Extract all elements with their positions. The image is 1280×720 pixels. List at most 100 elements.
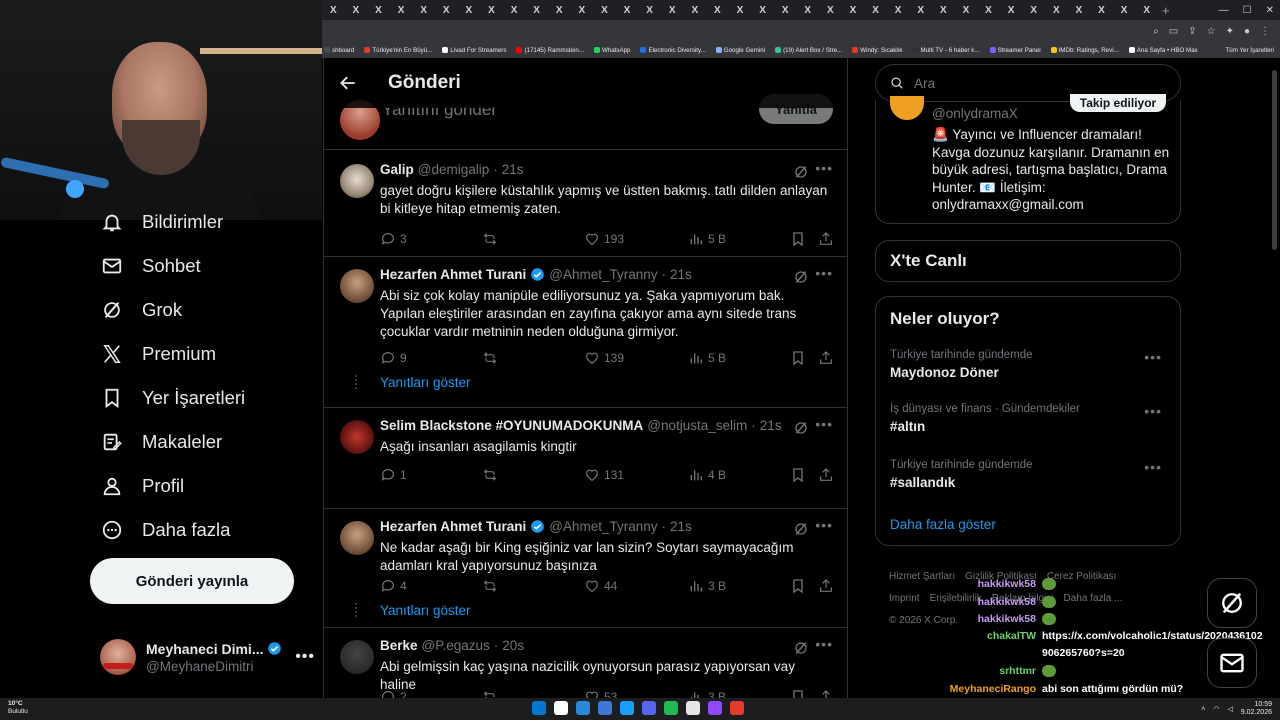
sidebar-item-person[interactable]: Profil <box>90 464 320 508</box>
browser-tab[interactable]: X <box>367 0 390 20</box>
like-button[interactable]: 139 <box>584 350 624 366</box>
trend-item[interactable]: Türkiye tarihinde gündemde Maydonoz Döner… <box>890 349 1170 380</box>
show-more-link[interactable]: Daha fazla göster <box>890 517 996 532</box>
tweet-author-name[interactable]: Hezarfen Ahmet Turani <box>380 519 526 534</box>
browser-tab[interactable]: X <box>412 0 435 20</box>
taskbar-app-icon[interactable] <box>664 701 678 715</box>
sidebar-item-grok[interactable]: Grok <box>90 288 320 332</box>
bookmark-item[interactable]: IMDb: Ratings, Revi... <box>1050 47 1119 54</box>
repost-button[interactable] <box>482 467 502 483</box>
avatar[interactable] <box>890 96 924 120</box>
browser-tab[interactable]: X <box>819 0 842 20</box>
browser-tab[interactable]: X <box>322 0 345 20</box>
grok-floating-button[interactable] <box>1207 578 1257 628</box>
taskbar-app-icon[interactable] <box>642 701 656 715</box>
trend-item[interactable]: İş dünyası ve finans · Gündemdekiler #alt… <box>890 403 1170 434</box>
following-button[interactable]: Takip ediliyor <box>1070 94 1166 112</box>
bookmark-icon[interactable] <box>790 578 806 594</box>
extensions-icon[interactable]: ✦ <box>1226 26 1234 37</box>
tweet-timestamp[interactable]: 21s <box>760 418 782 433</box>
like-button[interactable]: 193 <box>584 231 624 247</box>
avatar[interactable] <box>340 521 374 555</box>
repost-button[interactable] <box>482 231 502 247</box>
views-button[interactable]: 4 B <box>688 467 726 483</box>
tweet-author-handle[interactable]: @Ahmet_Tyranny <box>549 519 657 534</box>
bookmark-item[interactable]: (17145) Rammstein... <box>516 47 584 54</box>
show-replies-link[interactable]: Yanıtları göster <box>380 603 471 618</box>
bookmark-icon[interactable] <box>790 231 806 247</box>
like-button[interactable]: 44 <box>584 578 617 594</box>
sidebar-item-bookmark[interactable]: Yer İşaretleri <box>90 376 320 420</box>
bookmark-icon[interactable] <box>790 350 806 366</box>
tweet[interactable]: Selim Blackstone #OYUNUMADOKUNMA @notjust… <box>324 408 847 509</box>
browser-tab[interactable]: X <box>887 0 910 20</box>
sidebar-item-more-circle[interactable]: Daha fazla <box>90 508 320 552</box>
footer-link[interactable]: Imprint <box>889 593 920 604</box>
sidebar-item-mail[interactable]: Sohbet <box>90 244 320 288</box>
taskbar-app-icon[interactable] <box>620 701 634 715</box>
browser-tab[interactable]: X <box>977 0 1000 20</box>
repost-button[interactable] <box>482 689 502 698</box>
browser-tab[interactable]: X <box>751 0 774 20</box>
more-icon[interactable]: ••• <box>815 160 833 176</box>
taskbar-app-icon[interactable] <box>686 701 700 715</box>
tweet-timestamp[interactable]: 21s <box>502 162 524 177</box>
taskbar-app-icon[interactable] <box>598 701 612 715</box>
browser-tab[interactable]: X <box>548 0 571 20</box>
tweet-author-name[interactable]: Hezarfen Ahmet Turani <box>380 267 526 282</box>
sidebar-item-article[interactable]: Makaleler <box>90 420 320 464</box>
reply-button[interactable]: 9 <box>380 350 407 366</box>
sidebar-item-x-logo[interactable]: Premium <box>90 332 320 376</box>
reply-button[interactable]: 1 <box>380 467 407 483</box>
tweet-author-name[interactable]: Berke <box>380 638 418 653</box>
trend-item[interactable]: Türkiye tarihinde gündemde #sallandık ••• <box>890 459 1170 490</box>
wifi-icon[interactable]: ◠ <box>1213 705 1219 713</box>
views-button[interactable]: 5 B <box>688 350 726 366</box>
share-icon[interactable] <box>818 578 834 594</box>
tweet-author-name[interactable]: Galip <box>380 162 414 177</box>
browser-tab[interactable]: X <box>638 0 661 20</box>
all-bookmarks-button[interactable]: Tüm Yer İşaretleri <box>1226 47 1280 54</box>
profile-icon[interactable]: ● <box>1244 26 1250 37</box>
browser-tab[interactable]: X <box>345 0 368 20</box>
bookmark-item[interactable]: (19) Alert Box / Stre... <box>775 47 842 54</box>
browser-tab[interactable]: X <box>661 0 684 20</box>
bookmark-icon[interactable] <box>790 467 806 483</box>
post-button[interactable]: Gönderi yayınla <box>90 558 294 604</box>
clock[interactable]: 10:59 9.02.2026 <box>1241 701 1272 717</box>
more-icon[interactable]: ••• <box>815 636 833 652</box>
browser-tab[interactable]: X <box>684 0 707 20</box>
cast-icon[interactable]: ▭ <box>1169 26 1178 37</box>
browser-tab[interactable]: X <box>435 0 458 20</box>
avatar[interactable] <box>340 640 374 674</box>
browser-tab[interactable]: X <box>571 0 594 20</box>
volume-icon[interactable]: ◁ <box>1227 705 1232 713</box>
browser-tab[interactable]: X <box>593 0 616 20</box>
bookmark-item[interactable]: Türkiye'nin En Büyü... <box>364 47 432 54</box>
back-arrow-icon[interactable] <box>328 63 368 103</box>
tweet-timestamp[interactable]: 21s <box>670 519 692 534</box>
zoom-icon[interactable]: ⌕ <box>1153 26 1159 37</box>
footer-link[interactable]: Çerez Politikası <box>1047 571 1116 582</box>
close-window-icon[interactable]: ✕ <box>1266 5 1274 16</box>
like-button[interactable]: 53 <box>584 689 617 698</box>
grok-icon[interactable] <box>793 521 809 537</box>
bookmark-item[interactable]: Multi TV - 6 haber k... <box>912 47 980 54</box>
browser-tab[interactable]: X <box>1090 0 1113 20</box>
sidebar-item-bell[interactable]: Bildirimler <box>90 200 320 244</box>
bookmark-icon[interactable] <box>790 689 806 698</box>
repost-button[interactable] <box>482 350 502 366</box>
taskbar-app-icon[interactable] <box>708 701 722 715</box>
live-on-x-card[interactable]: X'te Canlı <box>875 240 1181 282</box>
browser-tab[interactable]: X <box>1022 0 1045 20</box>
new-tab-button[interactable]: + <box>1162 3 1170 18</box>
taskbar-app-icon[interactable] <box>554 701 568 715</box>
share-icon[interactable] <box>818 231 834 247</box>
tweet[interactable]: Hezarfen Ahmet Turani @Ahmet_Tyranny · 21s •… <box>324 509 847 628</box>
tweet-author-handle[interactable]: @demigalip <box>418 162 490 177</box>
browser-tab[interactable]: X <box>390 0 413 20</box>
browser-tab[interactable]: X <box>864 0 887 20</box>
avatar[interactable] <box>340 269 374 303</box>
taskbar-app-icon[interactable] <box>576 701 590 715</box>
more-icon[interactable]: ••• <box>815 416 833 432</box>
